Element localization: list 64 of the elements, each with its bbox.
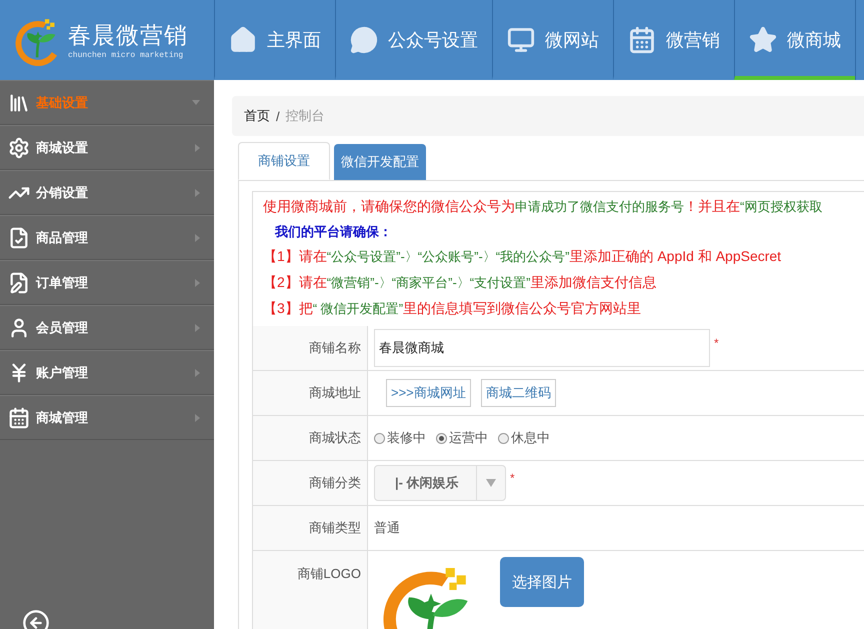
caret-icon [195, 414, 200, 422]
breadcrumb-separator: / [276, 108, 280, 124]
breadcrumb-item: 控制台 [286, 107, 325, 125]
caret-icon [195, 278, 200, 286]
radio-button[interactable] [436, 432, 447, 444]
required-mark: * [510, 471, 515, 485]
radio-option[interactable]: 运营中 [436, 429, 488, 447]
notice-line: 【2】请在“微营销”-〉“商家平台”-〉“支付设置”里添加微信支付信息 [263, 273, 658, 292]
caret-icon [195, 324, 200, 332]
caret-icon [486, 479, 496, 487]
logo-tagline: chunchen micro marketing [68, 51, 184, 60]
notice-line: 使用微商城前，请确保您的微信公众号为申请成功了微信支付的服务号！并且在“网页授权获取 [263, 197, 824, 216]
field-label: 商城状态 [309, 429, 361, 447]
nav-tab[interactable]: 微商城 [734, 0, 855, 80]
nav-tab[interactable]: 微营销 [613, 0, 734, 80]
nav-tab[interactable]: 公众号设置 [335, 0, 492, 80]
sidebar-item[interactable]: 会员管理 [0, 305, 214, 350]
radio-button[interactable] [498, 432, 509, 444]
calendar-icon [8, 406, 30, 428]
nav-tab[interactable]: 微网站 [492, 0, 613, 80]
notice-line: 【1】请在“公众号设置”-〉“公众账号”-〉“我的公众号”里添加正确的 AppId 和 AppSecret [263, 247, 782, 266]
shop-name-field[interactable]: 春晨微商城 [374, 329, 710, 367]
caret-icon [195, 368, 200, 376]
radio-option[interactable]: 装修中 [374, 429, 426, 447]
caret-icon [195, 188, 200, 196]
file-check-icon [8, 226, 30, 248]
sidebar-item[interactable]: 订单管理 [0, 260, 214, 305]
star-icon [749, 26, 777, 54]
settings-icon [8, 136, 30, 158]
radio-button[interactable] [374, 432, 385, 444]
caret-icon [195, 234, 200, 242]
field-label: 商铺LOGO [297, 565, 361, 583]
back-icon[interactable] [22, 609, 50, 629]
field-label: 商铺分类 [309, 474, 361, 492]
category-select[interactable]: |- 休闲娱乐 [374, 465, 506, 501]
choose-image-button[interactable]: 选择图片 [500, 557, 584, 607]
field-value: 普通 [374, 519, 400, 537]
required-mark: * [714, 336, 719, 350]
sidebar-item[interactable]: 商城设置 [0, 125, 214, 170]
field-label: 商铺类型 [309, 519, 361, 537]
link-button[interactable]: >>>商城网址 [386, 379, 471, 407]
link-button[interactable]: 商城二维码 [480, 379, 556, 407]
chat-bubble-icon [350, 26, 378, 54]
sidebar-item[interactable]: 分销设置 [0, 170, 214, 215]
field-label: 商铺名称 [309, 339, 361, 357]
caret-icon [192, 100, 200, 105]
sidebar-item[interactable]: 账户管理 [0, 350, 214, 395]
monitor-icon [507, 26, 535, 54]
radio-option[interactable]: 休息中 [498, 429, 550, 447]
notice-heading: 我们的平台请确保： [274, 223, 393, 241]
notice-line: 【3】把“ 微信开发配置”里的信息填写到微信公众号官方网站里 [263, 299, 642, 318]
nav-tab[interactable]: 主界面 [214, 0, 335, 80]
tab[interactable]: 商铺设置 [238, 142, 330, 180]
caret-icon [195, 144, 200, 152]
sidebar-item[interactable]: 商城管理 [0, 395, 214, 440]
field-label: 商城地址 [309, 384, 361, 402]
books-icon [8, 92, 30, 114]
file-pen-icon [8, 272, 30, 294]
breadcrumb-item[interactable]: 首页 [244, 107, 270, 125]
tab[interactable]: 微信开发配置 [334, 144, 426, 180]
logo-name: 春晨微营销 [68, 22, 188, 51]
sidebar-item[interactable]: 商品管理 [0, 215, 214, 260]
home-icon [229, 26, 257, 54]
calendar-icon [628, 26, 656, 54]
